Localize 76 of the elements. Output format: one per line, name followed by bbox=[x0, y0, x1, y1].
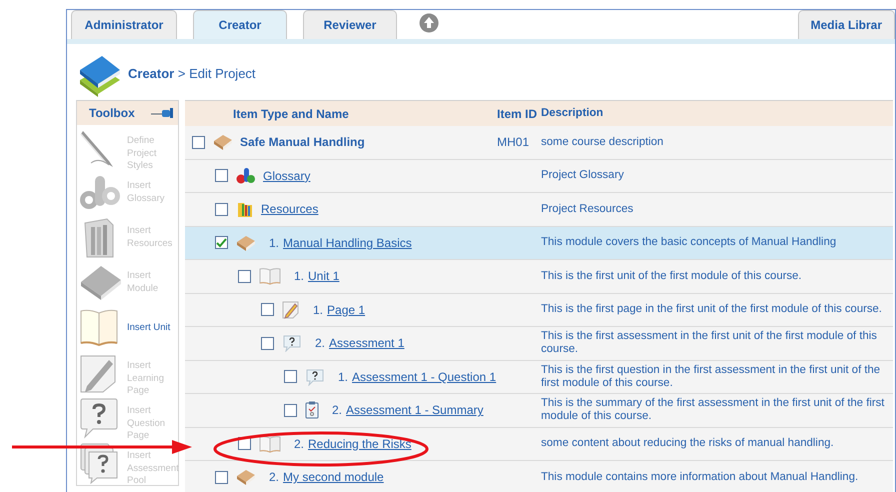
tree-row[interactable]: 1. Assessment 1 - Question 1 This is the first question in the first assessment in the first unit of the first module of this course. bbox=[185, 360, 893, 394]
checkbox[interactable] bbox=[215, 202, 228, 216]
item-link[interactable]: Assessment 1 - Summary bbox=[346, 401, 484, 420]
tree-row[interactable]: 2. Assessment 1 - Summary This is the summary of the first assessment in the first unit of the first module of this course. bbox=[185, 394, 893, 428]
item-description: Project Resources bbox=[541, 202, 634, 215]
book-icon bbox=[213, 133, 233, 152]
item-link[interactable]: Assessment 1 bbox=[329, 334, 404, 352]
item-description: some content about reducing the risks of manual handling. bbox=[541, 437, 834, 450]
question-bubble-icon bbox=[282, 334, 302, 352]
tree-row[interactable]: Resources Project Resources bbox=[185, 193, 893, 226]
checkbox[interactable] bbox=[238, 270, 251, 283]
checkbox[interactable] bbox=[284, 404, 297, 417]
tree-row[interactable]: 2. My second module This module contains more information about Manual Handling. bbox=[185, 461, 893, 492]
column-header: Item ID bbox=[496, 106, 538, 122]
item-description: some course description bbox=[541, 136, 664, 148]
open-book-icon bbox=[259, 267, 281, 286]
tree-row[interactable]: 2. Reducing the Risks some content about reducing the risks of manual handling. bbox=[185, 428, 893, 461]
item-description: Project Glossary bbox=[541, 169, 624, 182]
toolbox-title: Toolbox bbox=[89, 105, 135, 122]
tab[interactable]: Creator bbox=[193, 10, 287, 39]
item-link[interactable]: Reducing the Risks bbox=[308, 434, 412, 453]
item-number: 2. bbox=[332, 402, 342, 420]
tab[interactable]: Administrator bbox=[71, 10, 177, 39]
item-number: 2. bbox=[315, 335, 326, 352]
tree-row[interactable]: 1. Unit 1 This is the first unit of the first module of this course. bbox=[185, 260, 893, 294]
book-icon bbox=[236, 468, 256, 486]
checkbox[interactable] bbox=[215, 236, 228, 250]
item-description: This is the first question in the first assessment in the first unit of the first module of this course. bbox=[541, 364, 880, 389]
item-link[interactable]: Manual Handling Basics bbox=[283, 234, 412, 252]
tab[interactable]: Media Librar bbox=[798, 10, 895, 39]
item-link[interactable]: Assessment 1 - Question 1 bbox=[352, 368, 496, 386]
question-bubble-icon bbox=[305, 368, 325, 386]
tree-row[interactable]: Safe Manual Handling MH01 some course description bbox=[185, 126, 893, 160]
checkbox[interactable] bbox=[192, 136, 205, 149]
pin-icon[interactable] bbox=[151, 108, 175, 118]
checkbox[interactable] bbox=[284, 370, 297, 384]
column-header: Description bbox=[541, 107, 604, 120]
tree-row[interactable]: 1. Manual Handling Basics This module covers the basic concepts of Manual Handling bbox=[185, 226, 893, 260]
item-link[interactable]: Resources bbox=[261, 200, 318, 218]
clipboard-icon bbox=[305, 401, 319, 420]
item-number: 2. bbox=[294, 436, 304, 453]
item-link[interactable]: Unit 1 bbox=[308, 267, 340, 286]
open-book-icon bbox=[79, 307, 119, 347]
book-icon bbox=[236, 234, 256, 252]
breadcrumb: Creator > Edit Project bbox=[128, 65, 256, 84]
open-book-icon bbox=[259, 434, 281, 453]
item-description: This is the summary of the first assessment in the first unit of the first module of this course. bbox=[541, 397, 884, 422]
tree-row[interactable]: Glossary Project Glossary bbox=[185, 160, 893, 193]
toolbox-item[interactable]: Insert Unit bbox=[77, 305, 178, 350]
item-description: This is the first assessment in the first unit of the first module of this course. bbox=[541, 330, 877, 356]
checkbox[interactable] bbox=[215, 470, 228, 484]
checkbox[interactable] bbox=[215, 169, 228, 182]
item-number: 1. bbox=[313, 302, 324, 319]
question-bubble-icon bbox=[79, 397, 119, 439]
checkbox[interactable] bbox=[261, 303, 274, 316]
tab[interactable]: Reviewer bbox=[303, 10, 397, 39]
item-link[interactable]: Page 1 bbox=[327, 300, 366, 319]
tree-row[interactable]: 1. Page 1 This is the first page in the first unit of the first module of this course. bbox=[185, 294, 893, 327]
item-number: 1. bbox=[338, 368, 348, 386]
item-number: 1. bbox=[294, 268, 304, 286]
item-description: This module contains more information about Manual Handling. bbox=[541, 470, 858, 483]
tree-row[interactable]: 2. Assessment 1 This is the first assessment in the first unit of the first module of this course. bbox=[185, 327, 893, 360]
item-id: MH01 bbox=[497, 135, 530, 150]
item-description: This is the first page in the first unit of the first module of this course. bbox=[541, 303, 882, 316]
item-description: This module covers the basic concepts of Manual Handling bbox=[541, 236, 836, 248]
item-description: This is the first unit of the first module of this course. bbox=[541, 270, 802, 282]
colored-dots-icon bbox=[236, 166, 256, 185]
item-link[interactable]: Glossary bbox=[263, 166, 310, 185]
pencil-page-icon bbox=[282, 300, 300, 319]
item-number: 2. bbox=[269, 469, 280, 486]
item-name: Safe Manual Handling bbox=[240, 134, 365, 152]
item-link[interactable]: My second module bbox=[283, 468, 384, 486]
folder-icon bbox=[236, 200, 254, 218]
checkbox[interactable] bbox=[261, 336, 274, 350]
column-header: Item Type and Name bbox=[233, 106, 349, 120]
item-number: 1. bbox=[269, 234, 280, 252]
